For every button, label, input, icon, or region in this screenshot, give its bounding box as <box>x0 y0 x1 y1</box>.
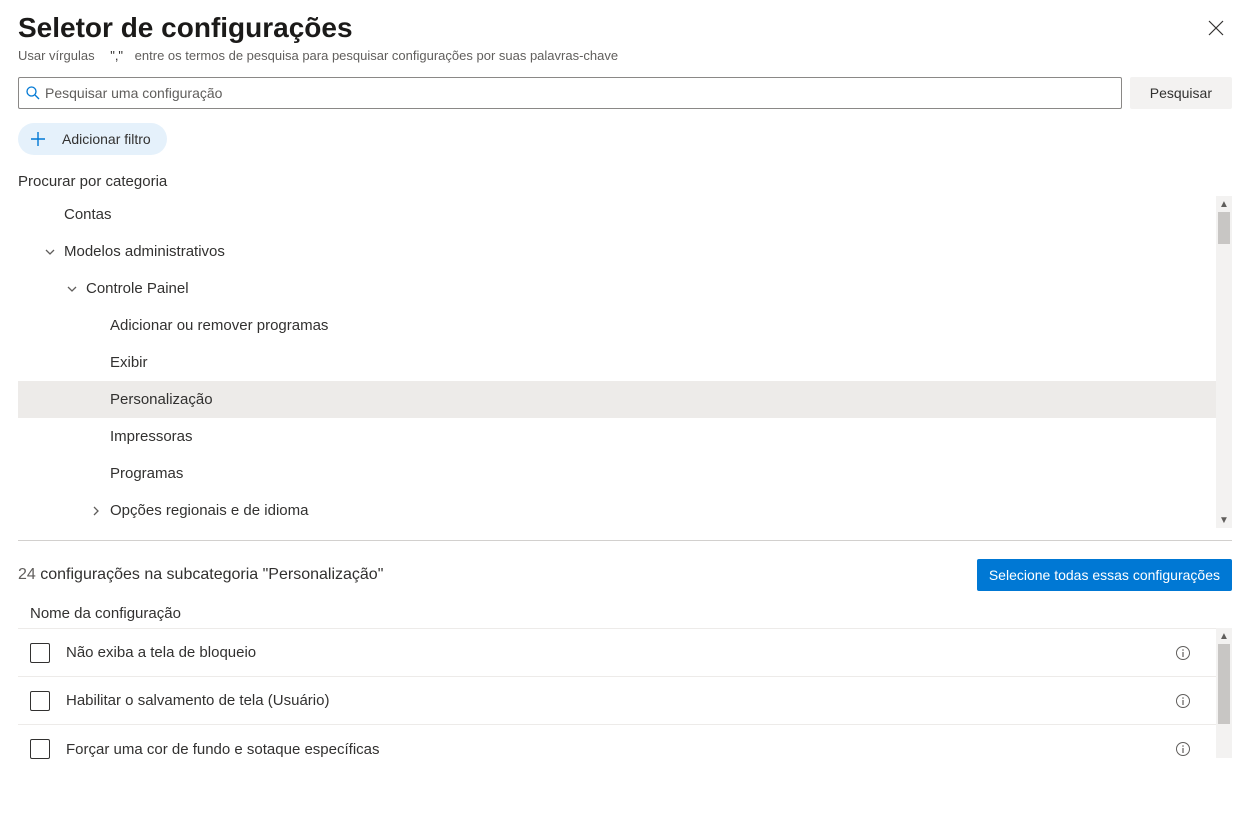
search-box[interactable] <box>18 77 1122 109</box>
info-icon[interactable] <box>1174 740 1192 758</box>
page-title: Seletor de configurações <box>18 12 353 44</box>
tree-label: Controle Painel <box>86 280 189 297</box>
search-icon <box>25 85 41 101</box>
checkbox[interactable] <box>30 691 50 711</box>
setting-row[interactable]: Não exiba a tela de bloqueio <box>18 629 1232 677</box>
scroll-up-icon[interactable]: ▲ <box>1216 196 1232 212</box>
scroll-up-icon[interactable]: ▲ <box>1216 628 1232 644</box>
setting-name: Não exiba a tela de bloqueio <box>66 644 1174 661</box>
info-icon[interactable] <box>1174 644 1192 662</box>
plus-icon <box>26 127 50 151</box>
info-icon[interactable] <box>1174 692 1192 710</box>
checkbox[interactable] <box>30 643 50 663</box>
chevron-down-icon[interactable] <box>42 244 58 260</box>
tree-item-personalization[interactable]: Personalização <box>18 381 1216 418</box>
scrollbar-thumb[interactable] <box>1218 644 1230 724</box>
list-scrollbar[interactable]: ▲ <box>1216 628 1232 758</box>
tree-item-add-remove-programs[interactable]: Adicionar ou remover programas <box>18 307 1216 344</box>
add-filter-button[interactable]: Adicionar filtro <box>18 123 167 155</box>
setting-row[interactable]: Habilitar o salvamento de tela (Usuário) <box>18 677 1232 725</box>
search-button[interactable]: Pesquisar <box>1130 77 1232 109</box>
select-all-button[interactable]: Selecione todas essas configurações <box>977 559 1232 591</box>
tree-label: Adicionar ou remover programas <box>110 317 328 334</box>
tree-label: Programas <box>110 465 183 482</box>
divider <box>18 540 1232 541</box>
tree-label: Opções regionais e de idioma <box>110 502 308 519</box>
column-header-setting-name: Nome da configuração <box>18 605 1232 628</box>
tree-item-admin-templates[interactable]: Modelos administrativos <box>18 233 1216 270</box>
scrollbar-thumb[interactable] <box>1218 212 1230 244</box>
tree-scrollbar[interactable]: ▲ ▼ <box>1216 196 1232 528</box>
tree-item-programs[interactable]: Programas <box>18 455 1216 492</box>
chevron-right-icon[interactable] <box>88 503 104 519</box>
settings-list: Não exiba a tela de bloqueio Habilitar o… <box>18 628 1232 773</box>
tree-item-printers[interactable]: Impressoras <box>18 418 1216 455</box>
checkbox[interactable] <box>30 739 50 759</box>
tree-label: Contas <box>64 206 112 223</box>
tree-item-regional-language[interactable]: Opções regionais e de idioma <box>18 492 1216 528</box>
browse-by-category-label: Procurar por categoria <box>18 173 1232 190</box>
tree-label: Personalização <box>110 391 213 408</box>
search-input[interactable] <box>41 85 1115 101</box>
tree-label: Modelos administrativos <box>64 243 225 260</box>
setting-row[interactable]: Forçar uma cor de fundo e sotaque especí… <box>18 725 1232 773</box>
add-filter-label: Adicionar filtro <box>62 131 151 147</box>
tree-label: Impressoras <box>110 428 193 445</box>
search-hint: Usar vírgulas "," entre os termos de pes… <box>18 48 1232 63</box>
chevron-down-icon[interactable] <box>64 281 80 297</box>
setting-name: Habilitar o salvamento de tela (Usuário) <box>66 692 1174 709</box>
setting-name: Forçar uma cor de fundo e sotaque especí… <box>66 741 1174 758</box>
category-tree: Contas Modelos administrativos Controle … <box>18 196 1232 528</box>
close-button[interactable] <box>1200 12 1232 47</box>
scroll-down-icon[interactable]: ▼ <box>1216 512 1232 528</box>
results-count: 24 configurações na subcategoria "Person… <box>18 566 383 584</box>
tree-label: Exibir <box>110 354 148 371</box>
tree-item-control-panel[interactable]: Controle Painel <box>18 270 1216 307</box>
tree-item-accounts[interactable]: Contas <box>18 196 1216 233</box>
tree-item-display[interactable]: Exibir <box>18 344 1216 381</box>
